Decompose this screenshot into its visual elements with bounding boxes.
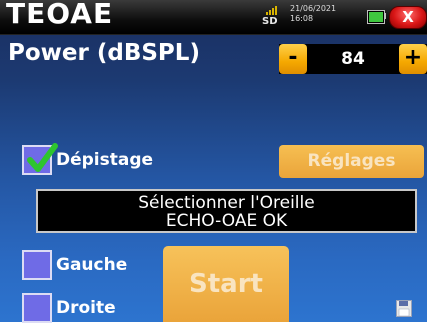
left-ear-checkbox[interactable] [22, 250, 52, 280]
power-decrease-button[interactable]: - [279, 44, 307, 74]
sd-signal-bars [266, 6, 280, 15]
sd-card-icon: SD [262, 4, 280, 30]
save-icon[interactable] [396, 300, 412, 317]
power-stepper: - 84 + [279, 44, 427, 74]
status-line-1: Sélectionner l'Oreille [138, 193, 315, 213]
power-value: 84 [341, 49, 365, 69]
status-line-2: ECHO-OAE OK [165, 211, 288, 231]
screening-checkbox[interactable] [22, 143, 58, 175]
battery-icon [367, 10, 385, 24]
status-box: Sélectionner l'Oreille ECHO-OAE OK [36, 189, 417, 233]
battery-level-fill [369, 12, 383, 22]
start-button[interactable]: Start [163, 246, 289, 322]
screen: TEOAE SD 21/06/2021 16:08 X Power (dBSPL… [0, 0, 427, 323]
left-ear-label: Gauche [56, 255, 128, 275]
screening-label: Dépistage [56, 150, 154, 170]
time-text: 16:08 [290, 14, 314, 23]
close-icon: X [402, 8, 414, 26]
right-ear-label: Droite [56, 298, 116, 318]
date-time: 21/06/2021 16:08 [290, 4, 336, 24]
date-text: 21/06/2021 [290, 4, 337, 13]
close-button[interactable]: X [389, 6, 427, 29]
app-title: TEOAE [6, 0, 114, 30]
right-ear-checkbox[interactable] [22, 293, 52, 323]
settings-button[interactable]: Réglages [279, 145, 424, 178]
title-bar: TEOAE SD 21/06/2021 16:08 X [0, 0, 427, 35]
power-increase-button[interactable]: + [399, 44, 427, 74]
battery-tip [384, 13, 386, 19]
check-icon [27, 143, 58, 172]
sd-label: SD [262, 16, 278, 27]
power-label: Power (dBSPL) [8, 40, 200, 66]
